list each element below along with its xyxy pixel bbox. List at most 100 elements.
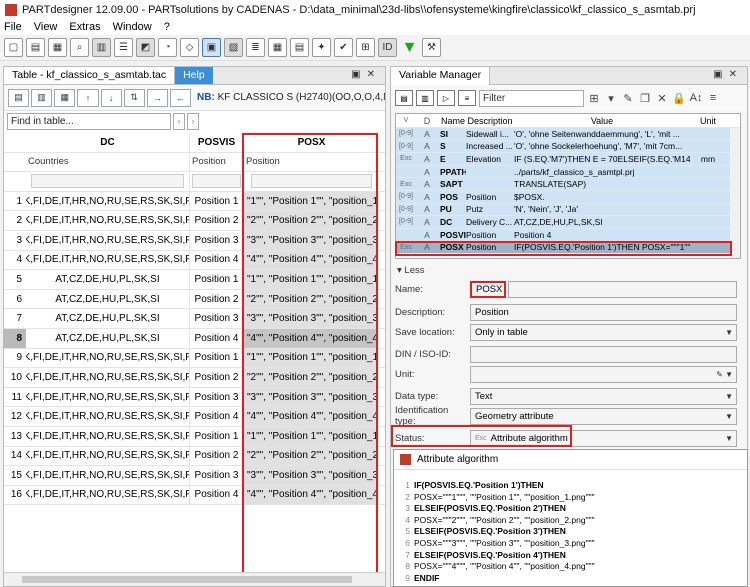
row-number[interactable]: 1 xyxy=(4,191,26,211)
delete-icon[interactable]: ✕ xyxy=(655,92,669,105)
cell-posvis[interactable]: Position 4 xyxy=(190,250,244,270)
variable-description[interactable]: Delivery C... xyxy=(466,217,514,227)
row-number[interactable]: 16 xyxy=(4,485,26,505)
header-name[interactable]: Name xyxy=(438,116,466,126)
tree-icon[interactable]: ⊞ xyxy=(356,38,375,57)
dropdown-icon[interactable]: ▾ xyxy=(604,92,618,105)
variable-row[interactable]: [0-9] A S Increased ... 'O', 'ohne Sockelerh… xyxy=(396,140,740,154)
variable-value[interactable]: TRANSLATE(SAP) xyxy=(514,179,690,189)
cell-posx[interactable]: "4"", "Position 4"", "position_4.png" xyxy=(244,407,376,426)
table-row[interactable]: 9CZ,DK,FI,DE,IT,HR,NO,RU,SE,RS,SK,SI,PL,… xyxy=(4,348,385,369)
chevron-down-icon[interactable]: ▼ xyxy=(725,412,733,421)
model-icon[interactable]: ◩ xyxy=(136,38,155,57)
menu-window[interactable]: Window xyxy=(113,21,152,33)
variable-name[interactable]: POSX xyxy=(438,242,466,252)
variable-name[interactable]: S xyxy=(438,141,466,151)
table-row[interactable]: 14CZ,DK,FI,DE,IT,HR,NO,RU,SE,RS,SK,SI,PL… xyxy=(4,446,385,467)
variable-name[interactable]: SI xyxy=(438,129,466,139)
grid-icon[interactable]: ▦ xyxy=(268,38,287,57)
row-number[interactable]: 5 xyxy=(4,270,26,289)
row-number[interactable]: 12 xyxy=(4,407,26,426)
cell-posx[interactable]: "2"", "Position 2"", "position_2.png" xyxy=(244,211,376,230)
copy-icon[interactable]: ❐ xyxy=(638,92,652,105)
filter-posx-input[interactable] xyxy=(250,174,373,189)
variable-row[interactable]: [0-9] A DC Delivery C... AT,CZ,DE,HU,PL,SK,S… xyxy=(396,216,740,229)
header-unit[interactable]: Unit xyxy=(690,116,726,126)
variable-value[interactable]: ../parts/kf_classico_s_asmtpl.prj xyxy=(514,167,690,177)
cell-posvis[interactable]: Position 1 xyxy=(190,191,244,211)
find-next-icon[interactable]: › xyxy=(187,112,199,130)
rows-icon[interactable]: ▤ xyxy=(290,38,309,57)
variable-description[interactable]: Increased ... xyxy=(466,141,514,151)
cell-posvis[interactable]: Position 2 xyxy=(190,289,244,309)
unit-select[interactable]: ✎ ▼ xyxy=(470,365,737,383)
search-icon[interactable]: ⌕ xyxy=(70,38,89,57)
view-list-icon[interactable]: ▤ xyxy=(395,90,413,106)
cell-dc[interactable]: CZ,DK,FI,DE,IT,HR,NO,RU,SE,RS,SK,SI,PL,H… xyxy=(26,230,190,250)
column-header-posx[interactable]: POSX xyxy=(244,133,376,152)
edit-var-icon[interactable]: ≡ xyxy=(458,90,476,106)
list-icon[interactable]: ≣ xyxy=(246,38,265,57)
table-row[interactable]: 2CZ,DK,FI,DE,IT,HR,NO,RU,SE,RS,SK,SI,PL,… xyxy=(4,211,385,231)
cell-dc[interactable]: CZ,DK,FI,DE,IT,HR,NO,RU,SE,RS,SK,SI,PL,H… xyxy=(26,387,190,407)
sort-az-icon[interactable]: A↕ xyxy=(689,92,703,104)
cell-posx[interactable]: "3"", "Position 3"", "position_3.png" xyxy=(244,387,376,407)
play-icon[interactable]: ▷ xyxy=(437,90,455,106)
header-d[interactable]: D xyxy=(416,116,438,126)
cell-posx[interactable]: "4"", "Position 4"", "position_4.png" xyxy=(244,250,376,270)
chevron-down-icon[interactable]: ▼ xyxy=(725,328,733,337)
new-icon[interactable]: ▢ xyxy=(4,38,23,57)
cell-posx[interactable]: "2"", "Position 2"", "position_2.png" xyxy=(244,289,376,309)
menu-view[interactable]: View xyxy=(34,21,58,33)
cell-posvis[interactable]: Position 4 xyxy=(190,407,244,426)
variable-name[interactable]: PPATH xyxy=(438,167,466,177)
cell-posx[interactable]: "2"", "Position 2"", "position_2.png" xyxy=(244,368,376,387)
variable-name[interactable]: SAPT xyxy=(438,179,466,189)
variable-row[interactable]: A PPATH ../parts/kf_classico_s_asmtpl.prj xyxy=(396,165,740,179)
cell-posvis[interactable]: Position 3 xyxy=(190,387,244,407)
table-row[interactable]: 15CZ,DK,FI,DE,IT,HR,NO,RU,SE,RS,SK,SI,PL… xyxy=(4,466,385,486)
cell-posvis[interactable]: Position 3 xyxy=(190,309,244,328)
tab-table[interactable]: Table - kf_classico_s_asmtab.tac xyxy=(4,67,176,84)
row-number[interactable]: 13 xyxy=(4,426,26,446)
save-icon[interactable]: ▦ xyxy=(48,38,67,57)
cell-posvis[interactable]: Position 4 xyxy=(190,485,244,505)
cell-posx[interactable]: "1"", "Position 1"", "position_1.png" xyxy=(244,191,376,211)
variable-unit[interactable]: mm xyxy=(690,154,726,164)
panel-controls[interactable]: ▣✕ xyxy=(713,69,743,80)
cell-posx[interactable]: "4"", "Position 4"", "position_4.png" xyxy=(244,485,376,505)
panel-controls[interactable]: ▣✕ xyxy=(351,69,381,80)
view-detail-icon[interactable]: ▥ xyxy=(416,90,434,106)
delete-row-icon[interactable]: ▦ xyxy=(54,88,76,107)
cell-dc[interactable]: CZ,DK,FI,DE,IT,HR,NO,RU,SE,RS,SK,SI,PL,H… xyxy=(26,426,190,446)
variable-row[interactable]: [0-9] A POS Position $POSX. xyxy=(396,190,740,204)
cell-dc[interactable]: AT,CZ,DE,HU,PL,SK,SI xyxy=(26,328,190,348)
table-row[interactable]: 8 AT,CZ,DE,HU,PL,SK,SI Position 4 "4"", "Po… xyxy=(4,328,385,349)
insert-column-icon[interactable]: ▥ xyxy=(31,88,53,107)
cell-dc[interactable]: CZ,DK,FI,DE,IT,HR,NO,RU,SE,RS,SK,SI,PL,H… xyxy=(26,407,190,426)
row-number[interactable]: 4 xyxy=(4,250,26,270)
menu-extras[interactable]: Extras xyxy=(69,21,100,33)
add-variable-icon[interactable]: ⊞ xyxy=(587,92,601,105)
chevron-down-icon[interactable]: ▼ xyxy=(725,434,733,443)
filter-input[interactable]: Filter xyxy=(479,89,584,107)
row-number[interactable]: 8 xyxy=(4,328,26,348)
variable-name[interactable]: PU xyxy=(438,204,466,214)
part-icon[interactable]: ◔ xyxy=(158,38,177,57)
less-toggle[interactable]: ▾ Less xyxy=(397,265,425,276)
header-description[interactable]: Description xyxy=(466,116,514,126)
tab-help[interactable]: Help xyxy=(175,67,213,84)
cell-dc[interactable]: CZ,DK,FI,DE,IT,HR,NO,RU,SE,RS,SK,SI,PL,H… xyxy=(26,191,190,211)
row-number[interactable]: 2 xyxy=(4,211,26,230)
cell-dc[interactable]: CZ,DK,FI,DE,IT,HR,NO,RU,SE,RS,SK,SI,PL,H… xyxy=(26,211,190,230)
filter-dc-input[interactable] xyxy=(30,174,185,189)
table-row[interactable]: 10CZ,DK,FI,DE,IT,HR,NO,RU,SE,RS,SK,SI,PL… xyxy=(4,368,385,388)
cell-posvis[interactable]: Position 2 xyxy=(190,368,244,387)
variable-row[interactable]: Exc A POSX Position IF(POSVIS.EQ.'Position 1… xyxy=(396,241,740,254)
row-number[interactable]: 11 xyxy=(4,387,26,407)
cell-posvis[interactable]: Position 1 xyxy=(190,426,244,446)
move-right-icon[interactable]: → xyxy=(146,88,168,107)
menu-icon[interactable]: ≡ xyxy=(706,92,720,104)
cell-posvis[interactable]: Position 2 xyxy=(190,446,244,466)
cell-posx[interactable]: "3"", "Position 3"", "position_3.png" xyxy=(244,466,376,485)
